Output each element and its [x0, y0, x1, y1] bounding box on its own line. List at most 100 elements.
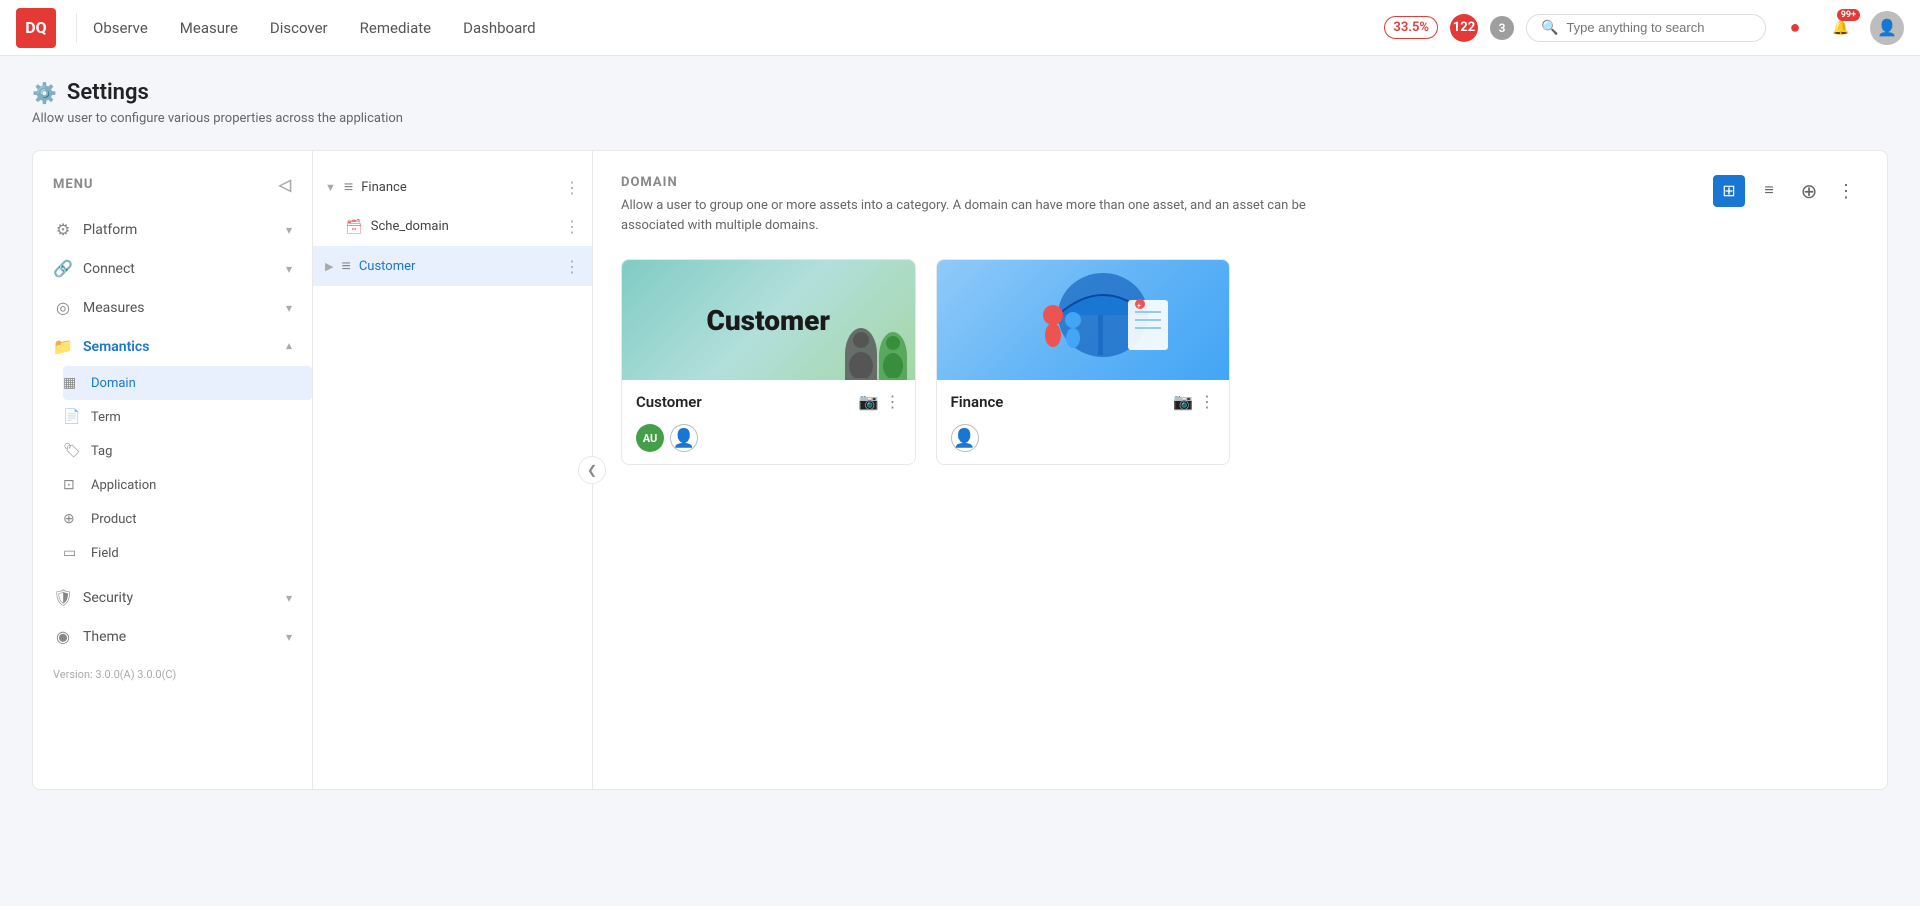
domain-label: Domain [91, 376, 136, 391]
finance-card-avatars: 👤 [951, 424, 1216, 452]
customer-card-actions: 📷 ⋮ [859, 392, 901, 412]
nav-dashboard[interactable]: Dashboard [463, 15, 536, 41]
security-label: Security [83, 590, 133, 606]
score-badge: 33.5% [1384, 16, 1438, 39]
finance-add-user-button[interactable]: 👤 [951, 424, 979, 452]
finance-more-icon[interactable]: ⋮ [564, 178, 580, 197]
nav-measure[interactable]: Measure [180, 15, 238, 41]
add-user-icon: 👤 [673, 428, 695, 449]
page-header: ⚙️ Settings Allow user to configure vari… [32, 80, 1888, 126]
grid-view-button[interactable]: ⊞ [1713, 175, 1745, 207]
sidebar-item-application[interactable]: ⊡ Application [63, 468, 312, 502]
search-input[interactable] [1566, 20, 1751, 35]
main-content: MENU ◁ ⚙ Platform ▾ 🔗 Connect ▾ [32, 150, 1888, 790]
sidebar-item-field[interactable]: ▭ Field [63, 536, 312, 570]
customer-camera-button[interactable]: 📷 [859, 392, 879, 412]
customer-more-button[interactable]: ⋮ [885, 392, 901, 412]
semantics-header[interactable]: 📁 Semantics ▾ [33, 327, 312, 366]
sidebar-item-theme[interactable]: ◉ Theme ▾ [33, 617, 312, 656]
customer-user-avatar[interactable]: AU [636, 424, 664, 452]
domain-header-row: DOMAIN Allow a user to group one or more… [621, 175, 1859, 235]
theme-label: Theme [83, 629, 126, 645]
semantics-chevron-icon: ▾ [286, 340, 292, 354]
alert-count-badge[interactable]: 122 [1450, 14, 1478, 42]
customer-card-body: Customer 📷 ⋮ AU [622, 380, 915, 464]
page-subtitle: Allow user to configure various properti… [32, 111, 1888, 126]
search-box[interactable]: 🔍 [1526, 14, 1766, 42]
platform-chevron-icon: ▾ [286, 223, 292, 237]
term-label: Term [91, 410, 121, 425]
list-view-button[interactable]: ≡ [1753, 175, 1785, 207]
finance-camera-button[interactable]: 📷 [1173, 392, 1193, 412]
sidebar-item-product[interactable]: ⊕ Product [63, 502, 312, 536]
semantics-label: Semantics [83, 339, 149, 355]
camera-icon: 📷 [859, 394, 879, 411]
profile-icon-btn[interactable]: ● [1778, 11, 1812, 45]
measures-icon: ◎ [53, 298, 73, 317]
customer-more-icon[interactable]: ⋮ [564, 257, 580, 276]
nav-right: 33.5% 122 3 🔍 ● 🔔 99+ 👤 [1384, 11, 1904, 45]
customer-expand-icon: ▶ [325, 260, 333, 273]
domain-card-customer[interactable]: Customer Customer [621, 259, 916, 465]
svg-text:+: + [1137, 302, 1141, 310]
settings-gear-icon: ⚙️ [32, 81, 57, 105]
user-avatar[interactable]: 👤 [1870, 11, 1904, 45]
connect-icon: 🔗 [53, 259, 73, 278]
finance-card-name: Finance [951, 393, 1004, 411]
semantics-icon: 📁 [53, 337, 73, 356]
nav-observe[interactable]: Observe [93, 15, 148, 41]
theme-icon: ◉ [53, 627, 73, 646]
sidebar-item-term[interactable]: 📄 Term [63, 400, 312, 434]
search-icon: 🔍 [1541, 20, 1558, 36]
sidebar-item-security[interactable]: 🛡 Security ▾ [33, 578, 312, 617]
customer-add-user-button[interactable]: 👤 [670, 424, 698, 452]
domain-icon: ▦ [63, 375, 81, 391]
menu-collapse-icon[interactable]: ◁ [279, 175, 292, 194]
customer-card-image-text: Customer [707, 304, 830, 337]
tag-label: Tag [91, 444, 112, 459]
tree-item-customer[interactable]: ▶ ≡ Customer ⋮ [313, 246, 592, 286]
tree-item-sche-domain[interactable]: 🗃 Sche_domain ⋮ [313, 207, 592, 246]
page-wrapper: ⚙️ Settings Allow user to configure vari… [0, 56, 1920, 906]
domain-more-button[interactable]: ⋮ [1833, 177, 1859, 206]
finance-card-body: Finance 📷 ⋮ [937, 380, 1230, 464]
list-view-icon: ≡ [1764, 182, 1773, 200]
sidebar-item-domain[interactable]: ▦ Domain [63, 366, 312, 400]
sche-domain-label: Sche_domain [371, 219, 449, 234]
sidebar-item-connect[interactable]: 🔗 Connect ▾ [33, 249, 312, 288]
security-chevron-icon: ▾ [286, 591, 292, 605]
tree-item-finance[interactable]: ▼ ≡ Finance ⋮ [313, 167, 592, 207]
notification-count-badge[interactable]: 3 [1490, 16, 1514, 40]
customer-tree-label: Customer [359, 259, 416, 274]
tree-collapse-button[interactable]: ❮ [578, 456, 606, 484]
sche-domain-more-icon[interactable]: ⋮ [564, 217, 580, 236]
add-domain-button[interactable]: ⊕ [1793, 175, 1825, 207]
product-icon: ⊕ [63, 511, 81, 527]
customer-card-avatars: AU 👤 [636, 424, 901, 452]
logo[interactable]: DQ [16, 8, 56, 48]
bell-icon-btn[interactable]: 🔔 99+ [1824, 11, 1858, 45]
menu-sidebar: MENU ◁ ⚙ Platform ▾ 🔗 Connect ▾ [33, 151, 313, 789]
domain-content: DOMAIN Allow a user to group one or more… [593, 151, 1887, 789]
finance-card-image: + [937, 260, 1230, 380]
application-icon: ⊡ [63, 477, 81, 493]
nav-discover[interactable]: Discover [270, 15, 328, 41]
nav-remediate[interactable]: Remediate [360, 15, 431, 41]
finance-card-actions: 📷 ⋮ [1173, 392, 1215, 412]
page-title: Settings [67, 80, 149, 105]
domain-card-finance[interactable]: + Finance 📷 ⋮ [936, 259, 1231, 465]
sidebar-item-platform[interactable]: ⚙ Platform ▾ [33, 210, 312, 249]
tag-icon: 🏷 [63, 443, 81, 459]
field-icon: ▭ [63, 545, 81, 561]
platform-label: Platform [83, 222, 137, 238]
sidebar-item-tag[interactable]: 🏷 Tag [63, 434, 312, 468]
menu-label: MENU [53, 177, 93, 192]
platform-icon: ⚙ [53, 220, 73, 239]
sidebar-item-semantics: 📁 Semantics ▾ ▦ Domain 📄 Term [33, 327, 312, 570]
finance-more-button[interactable]: ⋮ [1199, 392, 1215, 412]
term-icon: 📄 [63, 409, 81, 425]
customer-card-name-row: Customer 📷 ⋮ [636, 392, 901, 412]
bell-icon: 🔔 [1832, 20, 1849, 36]
sidebar-item-measures[interactable]: ◎ Measures ▾ [33, 288, 312, 327]
domain-description: Allow a user to group one or more assets… [621, 196, 1321, 235]
